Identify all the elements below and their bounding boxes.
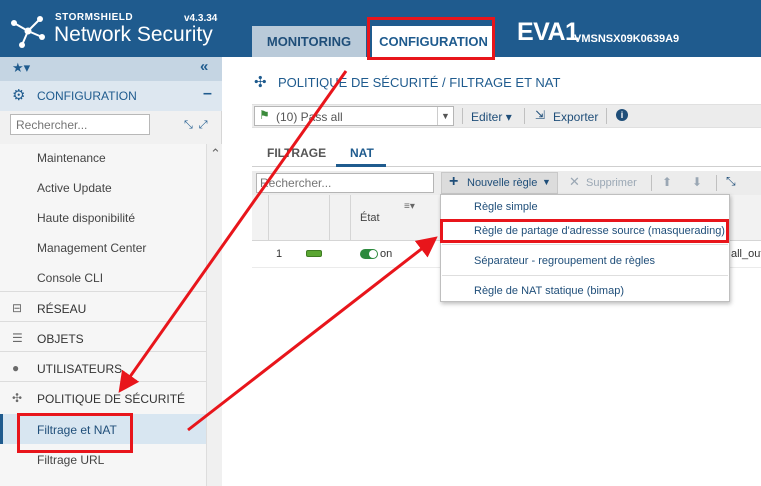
- arrow-to-masquerading-item: [187, 236, 438, 432]
- callout-arrows: [118, 70, 438, 432]
- app-root: STORMSHIELD Network Security v4.3.34 MON…: [0, 0, 761, 486]
- arrow-to-filtrage-et-nat: [118, 70, 348, 393]
